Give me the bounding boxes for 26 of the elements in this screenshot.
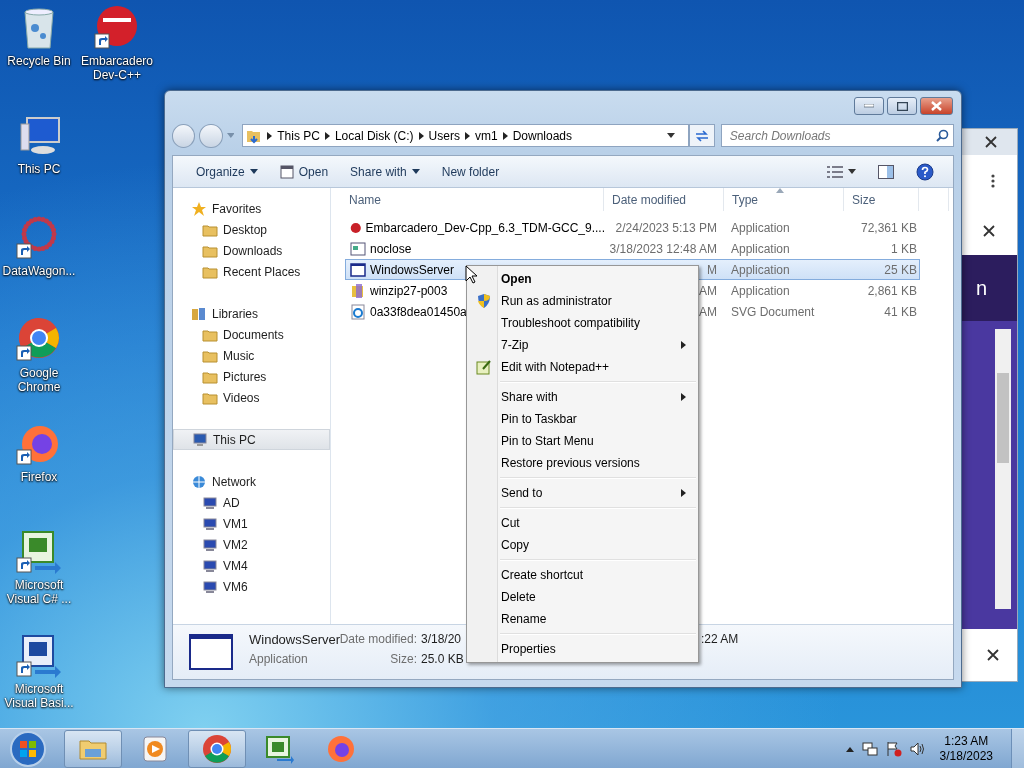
file-name: WindowsServer <box>370 262 455 277</box>
size-cell-text: 1 KB <box>890 241 918 256</box>
file-name: Embarcadero_Dev-Cpp_6.3_TDM-GCC_9.... <box>365 220 605 235</box>
type-cell-text: Application <box>730 262 791 277</box>
date-cell-text: M <box>706 262 718 277</box>
details-label: Size: <box>389 652 418 668</box>
size-cell-text: 72,361 KB <box>859 220 918 235</box>
date-cell-text: AM <box>698 283 718 298</box>
date-cell-text: AM <box>698 304 718 319</box>
date-cell-text: 2/24/2023 5:13 PM <box>614 220 718 235</box>
file-name: winzip27-p003 <box>370 283 448 298</box>
details-value: 3/18/20 <box>421 632 463 648</box>
type-cell-text: Application <box>730 283 791 298</box>
file-name: noclose <box>370 241 412 256</box>
type-cell-text: Application <box>730 241 791 256</box>
size-cell-text: 2,861 KB <box>866 283 918 298</box>
date-cell-text: 3/18/2023 12:48 AM <box>608 241 718 256</box>
details-value-fragment: :22 AM <box>701 632 740 648</box>
details-file-type: Application <box>249 652 309 668</box>
size-cell-text: 41 KB <box>883 304 918 319</box>
cut-off-text: n <box>975 276 987 300</box>
type-cell-text: Application <box>730 220 791 235</box>
type-cell-text: SVG Document <box>730 304 816 319</box>
size-cell-text: 25 KB <box>883 262 918 277</box>
file-name: 0a33f8dea01450a <box>370 304 467 319</box>
details-value: 25.0 KB <box>421 652 465 668</box>
